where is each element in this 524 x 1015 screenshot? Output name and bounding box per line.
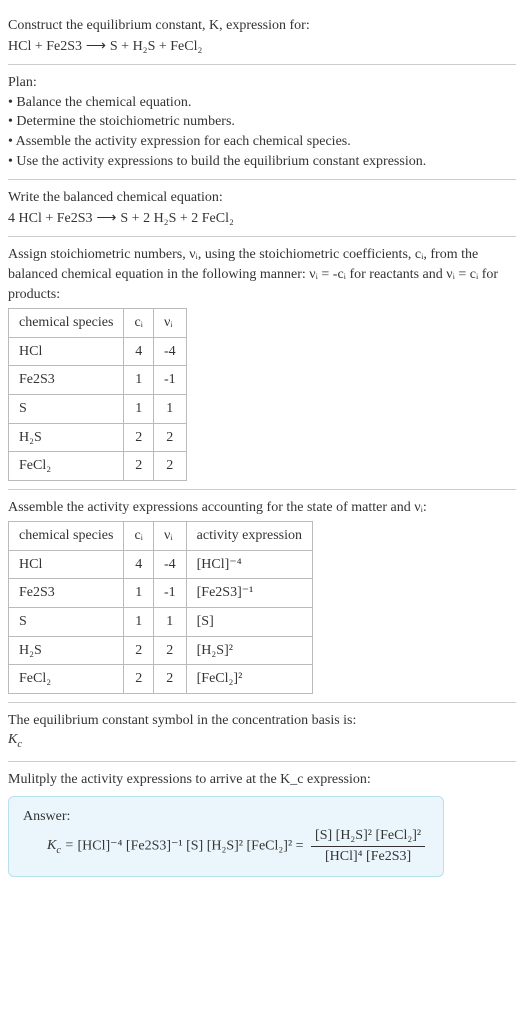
product-terms: [HCl]⁻⁴ [Fe2S3]⁻¹ [S] [H₂S]² [FeCl₂]² = <box>77 838 307 853</box>
plan-heading: Plan: <box>8 73 516 93</box>
cell-v: -4 <box>153 337 186 366</box>
col-ci: cᵢ <box>124 309 154 338</box>
table-row: H₂S22 <box>9 423 187 452</box>
table-row: Fe2S31-1[Fe2S3]⁻¹ <box>9 579 313 608</box>
arrow-icon: ⟶ <box>93 209 121 225</box>
final-section: Mulitply the activity expressions to arr… <box>8 762 516 885</box>
cell-species: S <box>9 394 124 423</box>
bal-rhs: S + 2 H₂S + 2 FeCl₂ <box>120 211 233 226</box>
cell-c: 1 <box>124 394 154 423</box>
kc-eq: Kc = <box>47 838 77 853</box>
stoich-table: chemical species cᵢ νᵢ HCl4-4 Fe2S31-1 S… <box>8 308 187 481</box>
table-row: FeCl₂22 <box>9 452 187 481</box>
plan-item-text: Determine the stoichiometric numbers. <box>16 114 235 129</box>
eq-lhs: HCl + Fe2S3 <box>8 39 82 54</box>
fraction: [S] [H₂S]² [FeCl₂]² [HCl]⁴ [Fe2S3] <box>311 826 425 866</box>
table-row: S11[S] <box>9 608 313 637</box>
col-expr: activity expression <box>186 522 312 551</box>
plan-item: • Determine the stoichiometric numbers. <box>8 112 516 132</box>
col-ci: cᵢ <box>124 522 154 551</box>
table-row: Fe2S31-1 <box>9 366 187 395</box>
cell-v: -1 <box>153 579 186 608</box>
eq-rhs: S + H₂S + FeCl₂ <box>110 39 202 54</box>
plan-section: Plan: • Balance the chemical equation. •… <box>8 65 516 180</box>
balanced-heading: Write the balanced chemical equation: <box>8 188 516 208</box>
table-row: S11 <box>9 394 187 423</box>
plan-item-text: Balance the chemical equation. <box>16 95 191 110</box>
plan-item-text: Assemble the activity expression for eac… <box>16 134 351 149</box>
plan-item: • Use the activity expressions to build … <box>8 152 516 172</box>
cell-v: 1 <box>153 608 186 637</box>
balanced-section: Write the balanced chemical equation: 4 … <box>8 180 516 237</box>
cell-v: -1 <box>153 366 186 395</box>
cell-c: 2 <box>124 665 154 694</box>
cell-v: 2 <box>153 636 186 665</box>
cell-v: 2 <box>153 423 186 452</box>
cell-v: 2 <box>153 665 186 694</box>
plan-item-text: Use the activity expressions to build th… <box>16 154 426 169</box>
cell-species: FeCl₂ <box>9 665 124 694</box>
kc-symbol-text: The equilibrium constant symbol in the c… <box>8 711 516 731</box>
plan-item: • Assemble the activity expression for e… <box>8 132 516 152</box>
cell-expr: [Fe2S3]⁻¹ <box>186 579 312 608</box>
cell-c: 4 <box>124 550 154 579</box>
cell-expr: [H₂S]² <box>186 636 312 665</box>
cell-expr: [HCl]⁻⁴ <box>186 550 312 579</box>
table-row: H₂S22[H₂S]² <box>9 636 313 665</box>
answer-expression: Kc = [HCl]⁻⁴ [Fe2S3]⁻¹ [S] [H₂S]² [FeCl₂… <box>23 826 429 866</box>
stoich-intro: Assign stoichiometric numbers, νᵢ, using… <box>8 245 516 304</box>
cell-v: 1 <box>153 394 186 423</box>
cell-expr: [FeCl₂]² <box>186 665 312 694</box>
table-header-row: chemical species cᵢ νᵢ <box>9 309 187 338</box>
kc-symbol: Kc <box>8 730 516 752</box>
fraction-numerator: [S] [H₂S]² [FeCl₂]² <box>311 826 425 847</box>
cell-c: 4 <box>124 337 154 366</box>
stoich-section: Assign stoichiometric numbers, νᵢ, using… <box>8 237 516 489</box>
cell-species: HCl <box>9 337 124 366</box>
intro-section: Construct the equilibrium constant, K, e… <box>8 8 516 65</box>
arrow-icon: ⟶ <box>82 37 110 53</box>
answer-box: Answer: Kc = [HCl]⁻⁴ [Fe2S3]⁻¹ [S] [H₂S]… <box>8 796 444 878</box>
cell-c: 1 <box>124 366 154 395</box>
balanced-equation: 4 HCl + Fe2S3 ⟶ S + 2 H₂S + 2 FeCl₂ <box>8 208 516 229</box>
cell-c: 2 <box>124 452 154 481</box>
col-species: chemical species <box>9 522 124 551</box>
cell-expr: [S] <box>186 608 312 637</box>
final-intro: Mulitply the activity expressions to arr… <box>8 770 516 790</box>
cell-species: Fe2S3 <box>9 366 124 395</box>
cell-species: HCl <box>9 550 124 579</box>
intro-line: Construct the equilibrium constant, K, e… <box>8 16 516 36</box>
fraction-denominator: [HCl]⁴ [Fe2S3] <box>311 847 425 867</box>
table-row: HCl4-4 <box>9 337 187 366</box>
kc-symbol-section: The equilibrium constant symbol in the c… <box>8 703 516 762</box>
table-row: HCl4-4[HCl]⁻⁴ <box>9 550 313 579</box>
plan-item: • Balance the chemical equation. <box>8 93 516 113</box>
cell-species: H₂S <box>9 636 124 665</box>
cell-species: Fe2S3 <box>9 579 124 608</box>
activity-section: Assemble the activity expressions accoun… <box>8 490 516 703</box>
cell-v: -4 <box>153 550 186 579</box>
cell-species: S <box>9 608 124 637</box>
table-header-row: chemical species cᵢ νᵢ activity expressi… <box>9 522 313 551</box>
cell-c: 2 <box>124 423 154 452</box>
table-row: FeCl₂22[FeCl₂]² <box>9 665 313 694</box>
cell-v: 2 <box>153 452 186 481</box>
answer-label: Answer: <box>23 807 429 827</box>
cell-species: FeCl₂ <box>9 452 124 481</box>
unbalanced-equation: HCl + Fe2S3 ⟶ S + H₂S + FeCl₂ <box>8 36 516 57</box>
cell-c: 1 <box>124 608 154 637</box>
col-vi: νᵢ <box>153 522 186 551</box>
intro-text: Construct the equilibrium constant, K, e… <box>8 18 310 33</box>
cell-c: 2 <box>124 636 154 665</box>
cell-species: H₂S <box>9 423 124 452</box>
cell-c: 1 <box>124 579 154 608</box>
bal-lhs: 4 HCl + Fe2S3 <box>8 211 93 226</box>
activity-intro: Assemble the activity expressions accoun… <box>8 498 516 518</box>
col-vi: νᵢ <box>153 309 186 338</box>
activity-table: chemical species cᵢ νᵢ activity expressi… <box>8 521 313 694</box>
col-species: chemical species <box>9 309 124 338</box>
